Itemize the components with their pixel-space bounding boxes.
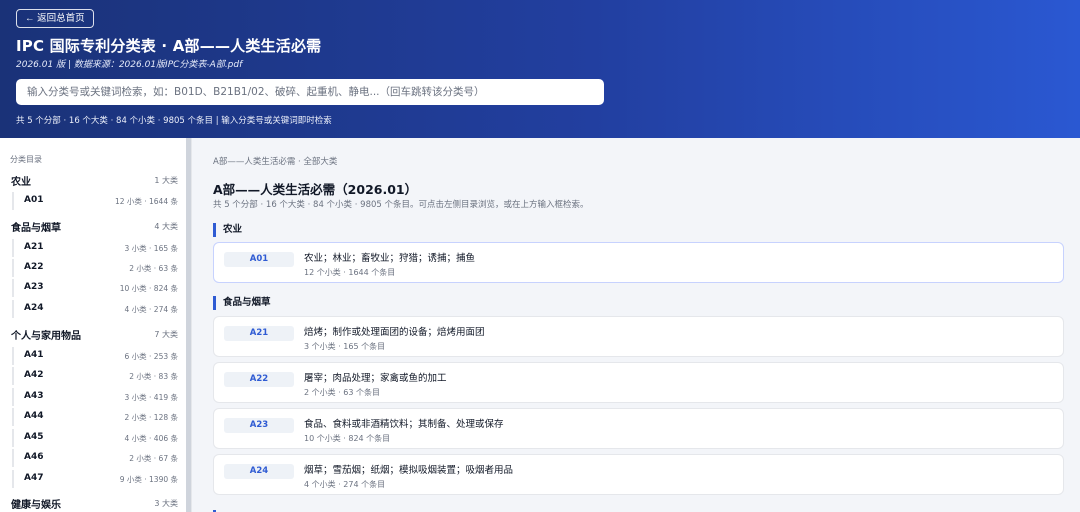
section-description: 共 5 个分部 · 16 个大类 · 84 个小类 · 9805 个条目。可点击…: [213, 200, 589, 210]
class-description: 屠宰；肉品处理；家禽或鱼的加工: [304, 373, 447, 384]
sidebar-section-name: 个人与家用物品: [11, 331, 81, 342]
sidebar-scrollbar[interactable]: [186, 138, 191, 512]
sidebar-item-meta: 12 小类 · 1644 条: [114, 197, 178, 206]
sidebar-item-code: A44: [24, 411, 44, 421]
back-to-home-button[interactable]: ← 返回总首页: [16, 9, 94, 28]
section-title: A部——人类生活必需（2026.01）: [213, 182, 418, 197]
class-card-a23[interactable]: A23 食品、食料或非酒精饮料；其制备、处理或保存 10 个小类 · 824 个…: [213, 408, 1064, 449]
sidebar-item-meta: 2 小类 · 63 条: [129, 264, 178, 273]
sidebar-section-personal-household[interactable]: 个人与家用物品 7 大类: [11, 327, 178, 343]
sidebar-item-code: A22: [24, 262, 44, 272]
sidebar-item-code: A41: [24, 350, 44, 360]
class-code-badge: A23: [224, 418, 294, 433]
class-code-badge: A01: [224, 252, 294, 267]
sidebar-item-code: A42: [24, 370, 44, 380]
sidebar-title: 分类目录: [10, 155, 42, 164]
sidebar-item-meta: 10 小类 · 824 条: [119, 284, 178, 293]
sidebar-item-code: A01: [24, 195, 44, 205]
sidebar-item-code: A21: [24, 242, 44, 252]
sidebar-item-code: A43: [24, 391, 44, 401]
sidebar-section-name: 农业: [11, 177, 31, 188]
sidebar-item-a01[interactable]: A01 12 小类 · 1644 条: [12, 192, 178, 210]
class-code-badge: A21: [224, 326, 294, 341]
sidebar-section-food-tobacco[interactable]: 食品与烟草 4 大类: [11, 219, 178, 235]
sidebar-item-code: A47: [24, 473, 44, 483]
class-description: 食品、食料或非酒精饮料；其制备、处理或保存: [304, 419, 504, 430]
sidebar-section-count: 1 大类: [154, 176, 178, 185]
sidebar-item-a46[interactable]: A46 2 小类 · 67 条: [12, 449, 178, 467]
class-card-a24[interactable]: A24 烟草；雪茄烟；纸烟；模拟吸烟装置；吸烟者用品 4 个小类 · 274 个…: [213, 454, 1064, 495]
sidebar-item-meta: 6 小类 · 253 条: [124, 352, 178, 361]
sidebar-item-meta: 9 小类 · 1390 条: [119, 475, 178, 484]
group-heading-agriculture: 农业: [213, 223, 242, 237]
class-meta: 4 个小类 · 274 个条目: [304, 480, 386, 489]
page-subtitle: 2026.01 版 | 数据来源：2026.01版IPC分类表-A部.pdf: [16, 60, 243, 70]
page-header: ← 返回总首页 IPC 国际专利分类表 · A部——人类生活必需 2026.01…: [0, 0, 1080, 138]
sidebar-item-code: A23: [24, 282, 44, 292]
sidebar-item-a24[interactable]: A24 4 小类 · 274 条: [12, 300, 178, 318]
sidebar-section-count: 7 大类: [154, 330, 178, 339]
sidebar-item-meta: 3 小类 · 165 条: [124, 244, 178, 253]
class-description: 烟草；雪茄烟；纸烟；模拟吸烟装置；吸烟者用品: [304, 465, 514, 476]
sidebar-item-a22[interactable]: A22 2 小类 · 63 条: [12, 259, 178, 277]
sidebar-item-meta: 2 小类 · 83 条: [129, 372, 178, 381]
sidebar-item-meta: 2 小类 · 128 条: [124, 413, 178, 422]
sidebar-section-name: 健康与娱乐: [11, 500, 61, 511]
breadcrumb: A部——人类生活必需 · 全部大类: [213, 157, 338, 167]
sidebar-item-code: A45: [24, 432, 44, 442]
class-meta: 2 个小类 · 63 个条目: [304, 388, 380, 397]
class-description: 农业；林业；畜牧业；狩猎；诱捕；捕鱼: [304, 253, 476, 264]
sidebar-item-a21[interactable]: A21 3 小类 · 165 条: [12, 239, 178, 257]
main-content: A部——人类生活必需 · 全部大类 A部——人类生活必需（2026.01） 共 …: [193, 138, 1080, 512]
sidebar-item-a23[interactable]: A23 10 小类 · 824 条: [12, 279, 178, 297]
sidebar-item-a45[interactable]: A45 4 小类 · 406 条: [12, 429, 178, 447]
sidebar-section-count: 4 大类: [154, 222, 178, 231]
class-meta: 10 个小类 · 824 个条目: [304, 434, 391, 443]
search-input[interactable]: [16, 79, 604, 105]
class-code-badge: A24: [224, 464, 294, 479]
page-title: IPC 国际专利分类表 · A部——人类生活必需: [16, 37, 322, 55]
class-meta: 12 个小类 · 1644 个条目: [304, 268, 396, 277]
class-card-a21[interactable]: A21 焙烤；制作或处理面团的设备；焙烤用面团 3 个小类 · 165 个条目: [213, 316, 1064, 357]
sidebar-scrollbar-thumb[interactable]: [186, 138, 191, 512]
sidebar-item-a41[interactable]: A41 6 小类 · 253 条: [12, 347, 178, 365]
stats-line: 共 5 个分部 · 16 个大类 · 84 个小类 · 9805 个条目 | 输…: [16, 116, 332, 126]
sidebar-item-code: A24: [24, 303, 44, 313]
sidebar-item-meta: 3 小类 · 419 条: [124, 393, 178, 402]
sidebar-section-count: 3 大类: [154, 499, 178, 508]
sidebar-section-health-amusement[interactable]: 健康与娱乐 3 大类: [11, 496, 178, 512]
sidebar-item-meta: 4 小类 · 274 条: [124, 305, 178, 314]
class-description: 焙烤；制作或处理面团的设备；焙烤用面团: [304, 327, 485, 338]
sidebar-item-a47[interactable]: A47 9 小类 · 1390 条: [12, 470, 178, 488]
group-heading-food-tobacco: 食品与烟草: [213, 296, 271, 310]
sidebar-item-a44[interactable]: A44 2 小类 · 128 条: [12, 408, 178, 426]
class-code-badge: A22: [224, 372, 294, 387]
sidebar-item-meta: 2 小类 · 67 条: [129, 454, 178, 463]
class-meta: 3 个小类 · 165 个条目: [304, 342, 386, 351]
sidebar-item-code: A46: [24, 452, 44, 462]
category-sidebar: 分类目录 农业 1 大类 A01 12 小类 · 1644 条 食品与烟草 4 …: [0, 138, 192, 512]
class-card-a01[interactable]: A01 农业；林业；畜牧业；狩猎；诱捕；捕鱼 12 个小类 · 1644 个条目: [213, 242, 1064, 283]
class-card-a22[interactable]: A22 屠宰；肉品处理；家禽或鱼的加工 2 个小类 · 63 个条目: [213, 362, 1064, 403]
sidebar-section-name: 食品与烟草: [11, 223, 61, 234]
sidebar-item-a42[interactable]: A42 2 小类 · 83 条: [12, 367, 178, 385]
sidebar-section-agriculture[interactable]: 农业 1 大类: [11, 173, 178, 189]
sidebar-item-a43[interactable]: A43 3 小类 · 419 条: [12, 388, 178, 406]
sidebar-item-meta: 4 小类 · 406 条: [124, 434, 178, 443]
